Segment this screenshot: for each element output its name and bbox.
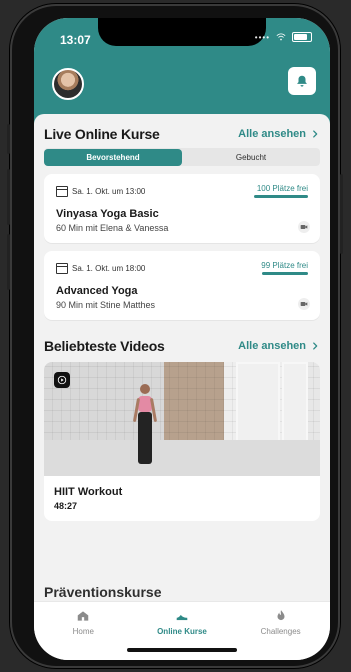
live-courses-title: Live Online Kurse	[44, 126, 160, 142]
video-camera-icon-glyph	[300, 302, 308, 306]
tab-bevorstehend[interactable]: Bevorstehend	[44, 148, 182, 166]
videos-header: Beliebteste Videos Alle ansehen	[34, 338, 330, 354]
spots-bar	[254, 195, 308, 198]
videos-title: Beliebteste Videos	[44, 338, 165, 354]
course-date-text: Sa. 1. Okt. um 18:00	[72, 263, 146, 273]
tab-gebucht[interactable]: Gebucht	[182, 149, 320, 166]
spots-indicator: 99 Plätze frei	[261, 261, 308, 275]
video-thumbnail[interactable]	[44, 362, 320, 476]
video-camera-icon	[298, 221, 310, 233]
spots-text: 100 Plätze frei	[256, 184, 308, 193]
course-date: Sa. 1. Okt. um 13:00	[56, 185, 146, 197]
chevron-right-icon	[313, 130, 318, 138]
play-icon	[57, 375, 67, 385]
prevention-title: Präventionskurse	[44, 584, 162, 600]
instructor-figure	[132, 384, 158, 470]
phone-side-button	[7, 169, 10, 225]
phone-side-button	[7, 234, 10, 290]
bottom-tab-bar: Home Online Kurse Challenges	[34, 601, 330, 660]
video-duration: 48:27	[54, 501, 78, 511]
phone-side-button	[340, 174, 343, 254]
tab-challenges[interactable]: Challenges	[236, 609, 326, 636]
flame-icon	[277, 610, 285, 621]
tab-online-kurse[interactable]: Online Kurse	[137, 609, 227, 636]
course-card[interactable]: Sa. 1. Okt. um 18:00 99 Plätze frei Adva…	[44, 251, 320, 320]
device-notch	[98, 18, 266, 46]
tab-online-kurse-label: Online Kurse	[157, 627, 207, 636]
shoe-icon	[176, 614, 188, 621]
tab-challenges-label: Challenges	[260, 627, 301, 636]
video-card[interactable]: HIIT Workout 48:27	[44, 362, 320, 521]
video-camera-icon	[298, 298, 310, 310]
wifi-icon	[276, 33, 286, 41]
content: Live Online Kurse Alle ansehen Bevorsteh…	[34, 114, 330, 600]
app-screen: 13:07 •••• Live Online Kurse Alle ansehe…	[34, 18, 330, 660]
see-all-label: Alle ansehen	[238, 128, 306, 140]
videos-see-all[interactable]: Alle ansehen	[238, 340, 320, 352]
video-title: HIIT Workout	[54, 486, 123, 498]
course-date: Sa. 1. Okt. um 18:00	[56, 262, 146, 274]
status-icons: ••••	[255, 32, 312, 42]
course-date-text: Sa. 1. Okt. um 13:00	[72, 186, 146, 196]
home-icon	[78, 611, 89, 621]
see-all-label: Alle ansehen	[238, 340, 306, 352]
spots-bar	[262, 272, 308, 275]
course-filter-segment: Bevorstehend Gebucht	[44, 148, 320, 166]
status-time: 13:07	[60, 33, 91, 47]
live-courses-header: Live Online Kurse Alle ansehen	[34, 126, 330, 142]
home-indicator	[127, 648, 237, 652]
phone-side-button	[7, 124, 10, 154]
signal-dots-icon: ••••	[254, 32, 270, 42]
tab-home[interactable]: Home	[38, 609, 128, 636]
bell-icon	[297, 75, 307, 87]
video-camera-icon-glyph	[300, 225, 308, 229]
live-courses-see-all[interactable]: Alle ansehen	[238, 128, 320, 140]
spots-indicator: 100 Plätze frei	[254, 184, 308, 198]
battery-icon	[292, 32, 312, 42]
course-meta: 60 Min mit Elena & Vanessa	[56, 223, 169, 233]
course-title: Advanced Yoga	[56, 285, 138, 297]
spots-text: 99 Plätze frei	[261, 261, 308, 270]
play-badge	[54, 372, 70, 388]
avatar[interactable]	[52, 68, 84, 100]
calendar-icon	[56, 185, 68, 197]
course-meta: 90 Min mit Stine Matthes	[56, 300, 156, 310]
tab-home-label: Home	[72, 627, 94, 636]
course-card[interactable]: Sa. 1. Okt. um 13:00 100 Plätze frei Vin…	[44, 174, 320, 243]
course-title: Vinyasa Yoga Basic	[56, 208, 159, 220]
calendar-icon	[56, 262, 68, 274]
chevron-right-icon	[313, 342, 318, 350]
notification-button[interactable]	[288, 67, 316, 95]
